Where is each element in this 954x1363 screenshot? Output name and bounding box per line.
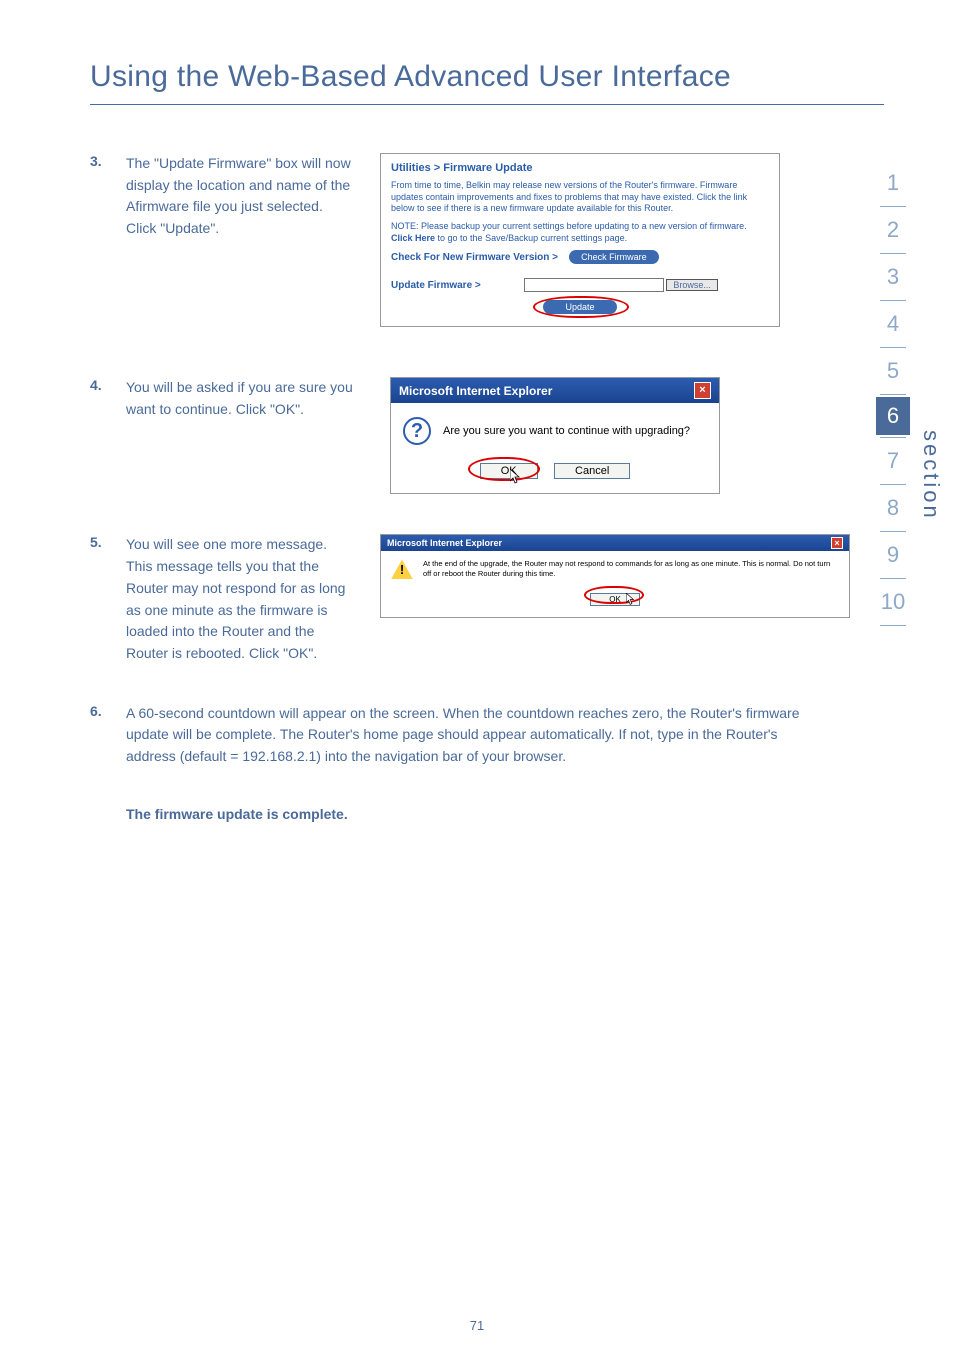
nav-5[interactable]: 5	[878, 348, 908, 394]
firmware-paragraph-2: NOTE: Please backup your current setting…	[391, 221, 769, 244]
nav-1[interactable]: 1	[878, 160, 908, 206]
p2a: NOTE: Please backup your current setting…	[391, 221, 747, 231]
title-rule	[90, 104, 884, 105]
step-text: The "Update Firmware" box will now displ…	[126, 153, 366, 240]
firmware-update-screenshot: Utilities > Firmware Update From time to…	[380, 153, 780, 327]
step-text: You will see one more message. This mess…	[126, 534, 366, 664]
nav-8[interactable]: 8	[878, 485, 908, 531]
cancel-button[interactable]: Cancel	[554, 463, 630, 479]
nav-4[interactable]: 4	[878, 301, 908, 347]
check-firmware-button[interactable]: Check Firmware	[569, 250, 659, 264]
step-number: 3.	[90, 153, 126, 169]
dialog-title-bar: Microsoft Internet Explorer ×	[381, 535, 849, 551]
dialog-title: Microsoft Internet Explorer	[399, 384, 552, 398]
dialog-title-bar: Microsoft Internet Explorer ×	[391, 378, 719, 403]
dialog-message: At the end of the upgrade, the Router ma…	[423, 559, 839, 579]
dialog-message: Are you sure you want to continue with u…	[443, 425, 690, 437]
step-number: 5.	[90, 534, 126, 550]
step-6: 6. A 60-second countdown will appear on …	[90, 703, 884, 768]
dialog-title: Microsoft Internet Explorer	[387, 538, 502, 548]
browse-button[interactable]: Browse...	[666, 279, 718, 291]
nav-7[interactable]: 7	[878, 438, 908, 484]
close-icon[interactable]: ×	[831, 537, 843, 549]
nav-10[interactable]: 10	[878, 579, 908, 625]
section-label: section	[918, 430, 944, 521]
confirm-dialog-screenshot: Microsoft Internet Explorer × ? Are you …	[390, 377, 720, 494]
nav-6-active[interactable]: 6	[876, 397, 910, 435]
nav-3[interactable]: 3	[878, 254, 908, 300]
section-nav: 1 2 3 4 5 6 7 8 9 10	[878, 160, 908, 626]
firmware-paragraph-1: From time to time, Belkin may release ne…	[391, 180, 769, 215]
nav-2[interactable]: 2	[878, 207, 908, 253]
page-number: 71	[0, 1318, 954, 1333]
warning-dialog-screenshot: Microsoft Internet Explorer × At the end…	[380, 534, 850, 618]
p2c: to go to the Save/Backup current setting…	[435, 233, 627, 243]
check-version-label: Check For New Firmware Version >	[391, 252, 558, 263]
warning-icon	[391, 559, 413, 579]
update-button[interactable]: Update	[543, 300, 616, 314]
step-number: 6.	[90, 703, 126, 719]
close-icon[interactable]: ×	[694, 382, 711, 399]
step-4: 4. You will be asked if you are sure you…	[90, 377, 884, 494]
step-text: A 60-second countdown will appear on the…	[126, 703, 806, 768]
step-3: 3. The "Update Firmware" box will now di…	[90, 153, 884, 327]
question-icon: ?	[403, 417, 431, 445]
step-text: You will be asked if you are sure you wa…	[126, 377, 366, 420]
ok-button[interactable]: OK	[590, 593, 640, 606]
click-here-link[interactable]: Click Here	[391, 233, 435, 243]
nav-9[interactable]: 9	[878, 532, 908, 578]
step-number: 4.	[90, 377, 126, 393]
firmware-file-input[interactable]	[524, 278, 664, 292]
ok-button[interactable]: OK	[480, 463, 538, 479]
page-title: Using the Web-Based Advanced User Interf…	[90, 60, 884, 94]
step-5: 5. You will see one more message. This m…	[90, 534, 884, 664]
update-firmware-label: Update Firmware >	[391, 280, 481, 291]
completion-note: The firmware update is complete.	[126, 806, 884, 822]
firmware-heading: Utilities > Firmware Update	[391, 162, 769, 174]
